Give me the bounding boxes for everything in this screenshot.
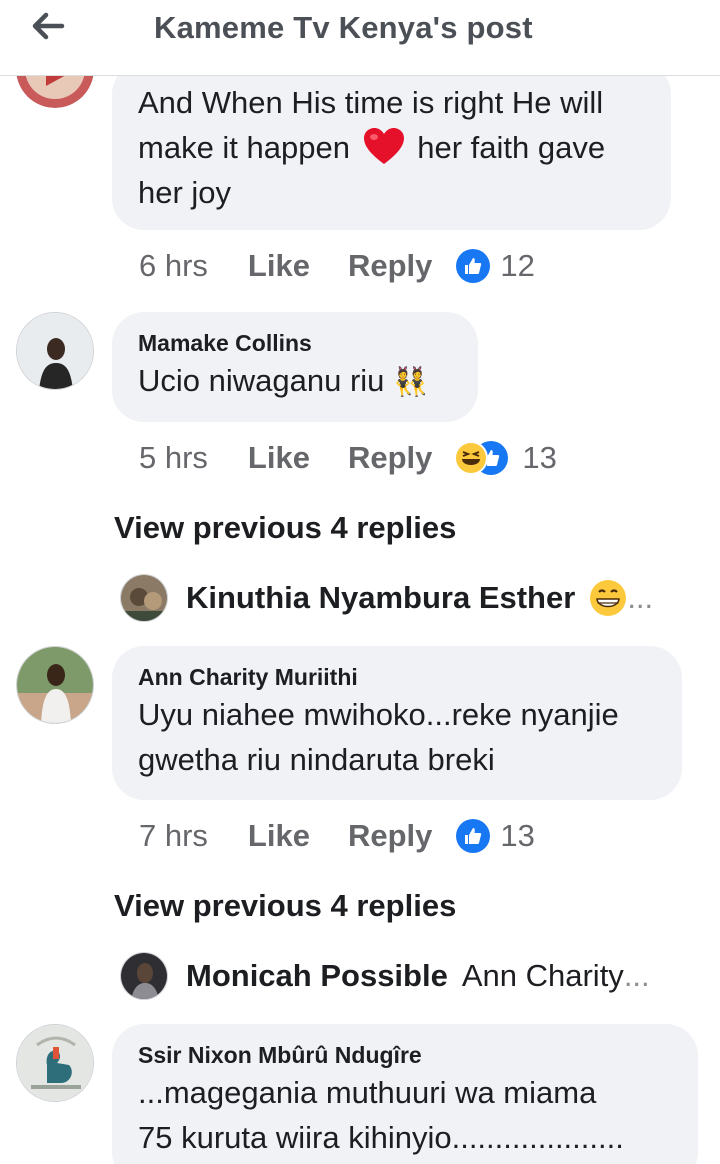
avatar[interactable] — [16, 1024, 94, 1102]
grinning-emoji-icon — [589, 579, 627, 617]
reply-button[interactable]: Reply — [348, 248, 432, 284]
avatar — [120, 574, 168, 622]
reaction-count[interactable]: 12 — [500, 248, 534, 284]
comment-bubble[interactable]: Ann Charity Muriithi Uyu niahee mwihoko.… — [112, 646, 682, 800]
reply-button[interactable]: Reply — [348, 818, 432, 854]
comment-text: ...magegania muthuuri wa miama 75 kuruta… — [138, 1075, 624, 1155]
comment-actions: 5 hrs Like Reply 13 — [139, 438, 557, 478]
back-button[interactable] — [22, 8, 74, 44]
comment-text: Ucio niwaganu riu 👯 — [138, 363, 428, 398]
top-bar: Kameme Tv Kenya's post — [0, 0, 720, 76]
comment-author[interactable]: Ann Charity Muriithi — [138, 662, 656, 692]
back-arrow-icon — [32, 12, 65, 40]
reply-preview[interactable]: Monicah Possible Ann Charity ... — [120, 952, 700, 1000]
reaction-count[interactable]: 13 — [500, 818, 534, 854]
like-button[interactable]: Like — [248, 248, 310, 284]
like-reaction-icon[interactable] — [456, 819, 491, 853]
preview-ellipsis: ... — [627, 580, 654, 615]
like-button[interactable]: Like — [248, 440, 310, 476]
dancing-women-emoji-icon: 👯 — [393, 366, 428, 397]
haha-reaction-icon[interactable] — [454, 441, 512, 475]
reply-preview[interactable]: Kinuthia Nyambura Esther ... — [120, 574, 700, 622]
comment-bubble[interactable]: Ssir Nixon Mbûrû Ndugîre ...magegania mu… — [112, 1024, 698, 1164]
comment-bubble[interactable]: Mamake Collins Ucio niwaganu riu 👯 — [112, 312, 478, 422]
reply-button[interactable]: Reply — [348, 440, 432, 476]
reply-author[interactable]: Monicah Possible — [186, 958, 448, 994]
comment-text: And When His time is right He will make … — [138, 85, 606, 210]
comment-time[interactable]: 6 hrs — [139, 248, 208, 284]
avatar[interactable] — [16, 646, 94, 724]
comment-text: Uyu niahee mwihoko...reke nyanjie gwetha… — [138, 697, 619, 777]
comment-actions: 6 hrs Like Reply 12 — [139, 246, 535, 286]
reaction-count[interactable]: 13 — [522, 440, 556, 476]
heart-emoji-icon — [363, 128, 404, 164]
preview-ellipsis: ... — [623, 958, 650, 993]
like-reaction-icon[interactable] — [456, 249, 491, 283]
comment-actions: 7 hrs Like Reply 13 — [139, 816, 535, 856]
comment-time[interactable]: 7 hrs — [139, 818, 208, 854]
page-title: Kameme Tv Kenya's post — [154, 10, 533, 45]
reply-snippet: Ann Charity — [461, 958, 624, 993]
comment-time[interactable]: 5 hrs — [139, 440, 208, 476]
avatar[interactable] — [16, 312, 94, 390]
like-button[interactable]: Like — [248, 818, 310, 854]
view-previous-replies-link[interactable]: View previous 4 replies — [114, 888, 456, 924]
comment-bubble[interactable]: And When His time is right He will make … — [112, 62, 671, 230]
comment-author[interactable]: Ssir Nixon Mbûrû Ndugîre — [138, 1040, 672, 1070]
avatar — [120, 952, 168, 1000]
view-previous-replies-link[interactable]: View previous 4 replies — [114, 510, 456, 546]
reply-author[interactable]: Kinuthia Nyambura Esther — [186, 580, 575, 616]
comment-author[interactable]: Mamake Collins — [138, 328, 452, 358]
